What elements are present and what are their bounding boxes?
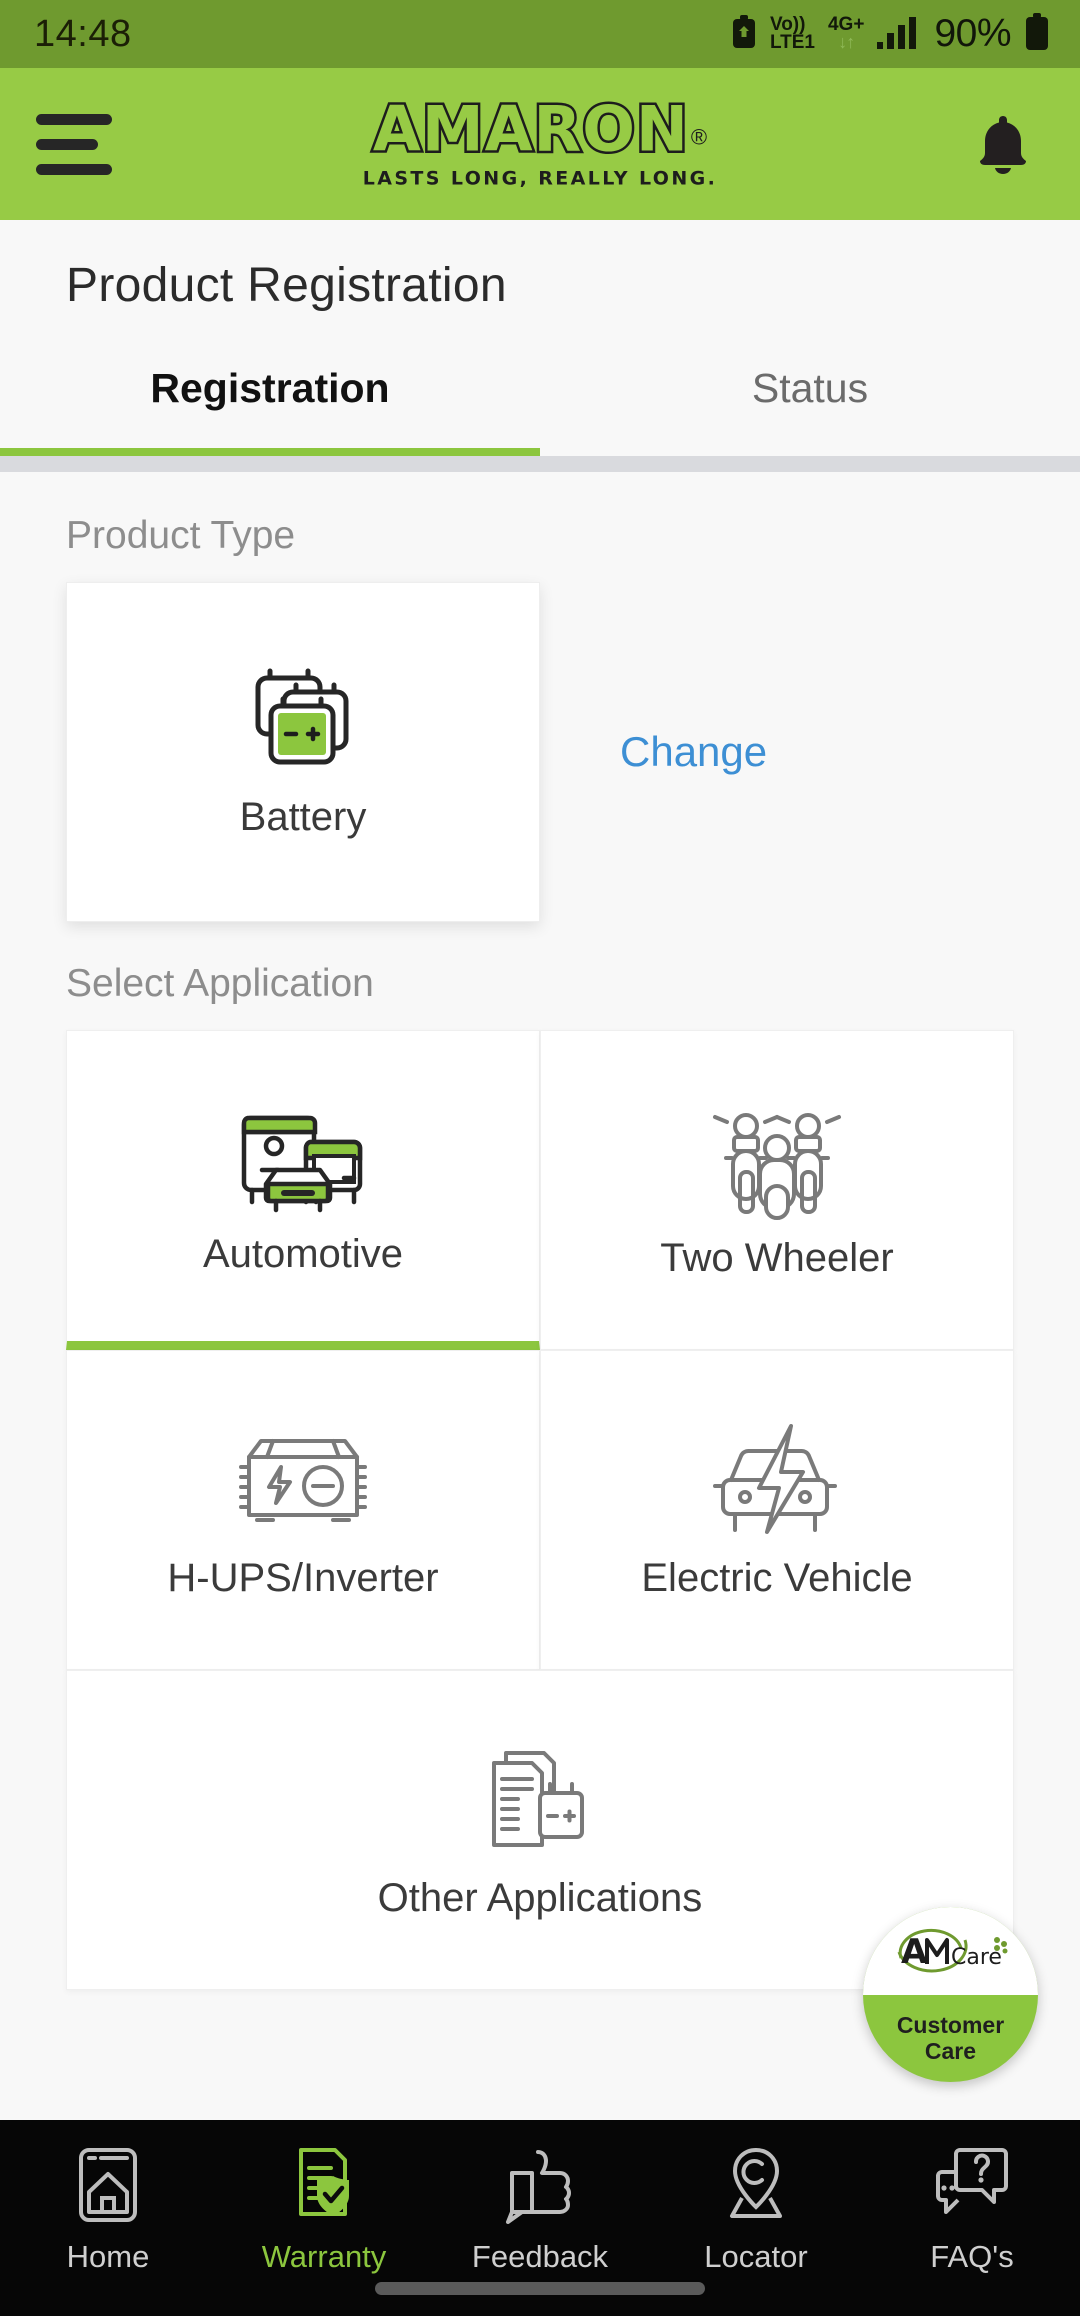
status-bar-icons: Vo)) LTE1 4G+ ↓↑ 90% [731,12,1050,56]
logo-tagline: LASTS LONG, REALLY LONG. [362,167,718,190]
tab-bar: Registration Status [0,359,1080,448]
product-type-row: Battery Change [0,582,1080,922]
bottom-navigation: Home Warranty Feedback Locator FAQ's [0,2120,1080,2316]
home-icon [75,2146,141,2229]
battery-percent-label: 90% [934,12,1011,55]
status-bar: 14:48 Vo)) LTE1 4G+ ↓↑ 90% [0,0,1080,68]
application-card-other-applications[interactable]: Other Applications [66,1670,1014,1990]
application-grid-row: Other Applications [66,1670,1014,1990]
application-card-hups-inverter[interactable]: H-UPS/Inverter [66,1350,540,1670]
application-card-electric-vehicle[interactable]: Electric Vehicle [540,1350,1014,1670]
app-header: AMARON® LASTS LONG, REALLY LONG. [0,68,1080,220]
recycle-battery-icon [731,14,757,55]
nav-item-feedback[interactable]: Feedback [432,2146,648,2275]
registered-mark: ® [690,124,708,150]
nav-item-warranty[interactable]: Warranty [216,2146,432,2275]
warranty-shield-icon [291,2146,357,2229]
application-card-label: Automotive [202,1231,404,1276]
tab-inactive-underline [540,448,1080,456]
signal-bars-icon [877,15,921,54]
application-card-label: Other Applications [377,1875,703,1920]
product-type-card-battery[interactable]: Battery [66,582,540,922]
battery-stack-icon [244,664,362,777]
application-grid: Automotive Two Wheeler H-UPS/Inverter El… [0,1030,1080,1990]
application-grid-row: Automotive Two Wheeler [66,1030,1014,1350]
inverter-box-icon [235,1420,371,1540]
nav-item-home[interactable]: Home [0,2146,216,2275]
application-card-automotive[interactable]: Automotive [66,1030,540,1350]
battery-icon [1024,12,1050,56]
care-line-1: Customer [896,2011,1005,2038]
tab-indicator [0,448,1080,456]
select-application-label: Select Application [66,962,374,1005]
care-line-2: Care [924,2038,977,2065]
volte-icon: Vo)) LTE1 [769,13,815,53]
nav-item-locator[interactable]: Locator [648,2146,864,2275]
main-content: Product Type Battery Change Select Appli… [0,472,1080,2120]
page-title: Product Registration [66,259,507,312]
tab-registration[interactable]: Registration [0,359,540,448]
application-card-label: H-UPS/Inverter [167,1555,439,1600]
tab-status[interactable]: Status [540,359,1080,448]
vehicles-icon [228,1096,378,1216]
product-type-label: Product Type [66,514,296,557]
application-grid-row: H-UPS/Inverter Electric Vehicle [66,1350,1014,1670]
application-card-label: Electric Vehicle [641,1555,913,1600]
map-pin-icon [722,2146,790,2229]
ev-bolt-car-icon [711,1420,843,1540]
tab-active-underline [0,448,540,456]
network-4g-icon: 4G+ ↓↑ [827,14,865,53]
svg-text:A: A [901,1932,928,1972]
application-card-two-wheeler[interactable]: Two Wheeler [540,1030,1014,1350]
customer-care-label: Customer Care [863,1995,1038,2083]
logo-wordmark: AMARON [370,92,690,166]
chat-question-icon [934,2146,1010,2229]
hamburger-menu-icon[interactable] [36,113,112,175]
change-product-type-link[interactable]: Change [620,728,767,776]
product-type-card-label: Battery [239,795,367,839]
bell-icon[interactable] [968,109,1038,179]
application-card-label: Two Wheeler [660,1235,894,1280]
gesture-bar[interactable] [375,2281,705,2295]
page-header: Product Registration Registration Status [0,220,1080,472]
customer-care-button[interactable]: A Care Customer Care [863,1907,1038,2082]
two-wheeler-icon [708,1100,846,1220]
app-screen: 14:48 Vo)) LTE1 4G+ ↓↑ 90% AMARON® LASTS… [0,0,1080,2316]
documents-battery-icon [484,1740,596,1860]
status-bar-clock: 14:48 [34,12,132,55]
nav-item-faqs[interactable]: FAQ's [864,2146,1080,2275]
gesture-bar-area [0,2260,1080,2316]
amaron-logo: AMARON® LASTS LONG, REALLY LONG. [280,92,800,190]
section-divider [0,456,1080,472]
thumbs-up-icon [504,2146,576,2229]
